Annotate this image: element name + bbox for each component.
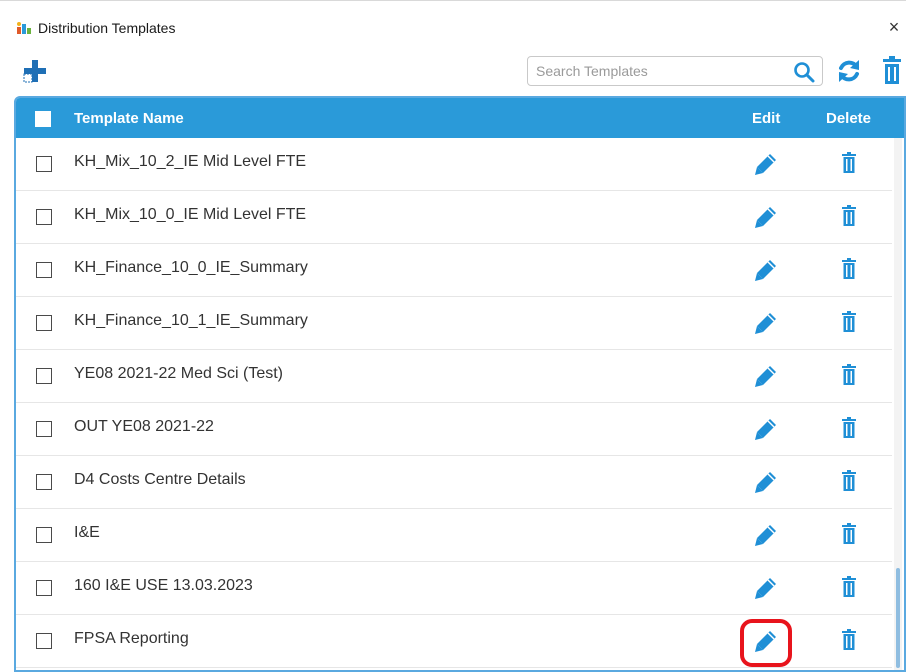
column-header-template-name[interactable]: Template Name: [74, 110, 184, 127]
row-checkbox[interactable]: [36, 156, 52, 172]
grid-header: Template Name Edit Delete: [16, 98, 904, 138]
table-row: D4 Costs Centre Details: [16, 456, 892, 509]
vertical-scrollbar[interactable]: [894, 138, 902, 670]
edit-button[interactable]: [754, 417, 778, 441]
edit-button[interactable]: [754, 470, 778, 494]
row-checkbox[interactable]: [36, 262, 52, 278]
delete-button[interactable]: [842, 152, 856, 174]
edit-button[interactable]: [754, 258, 778, 282]
row-checkbox[interactable]: [36, 421, 52, 437]
row-checkbox[interactable]: [36, 474, 52, 490]
add-template-button[interactable]: [22, 58, 48, 84]
edit-button[interactable]: [754, 311, 778, 335]
scrollbar-thumb[interactable]: [896, 568, 900, 668]
edit-button[interactable]: [754, 152, 778, 176]
delete-button[interactable]: [842, 205, 856, 227]
close-button[interactable]: ×: [884, 15, 904, 39]
delete-button[interactable]: [842, 417, 856, 439]
table-row: I&E: [16, 509, 892, 562]
window-title: Distribution Templates: [38, 20, 176, 36]
search-box: [527, 56, 823, 86]
table-row: KH_Finance_10_0_IE_Summary: [16, 244, 892, 297]
column-header-delete: Delete: [826, 110, 872, 127]
refresh-button[interactable]: [834, 56, 864, 86]
delete-button[interactable]: [842, 364, 856, 386]
grid-rows: KH_Mix_10_2_IE Mid Level FTE KH_Mix_10_0…: [16, 138, 892, 668]
edit-button[interactable]: [754, 205, 778, 229]
select-all-checkbox[interactable]: [35, 111, 51, 127]
template-name: I&E: [74, 524, 100, 541]
template-name: OUT YE08 2021-22: [74, 418, 214, 435]
table-row: KH_Mix_10_2_IE Mid Level FTE: [16, 138, 892, 191]
row-checkbox[interactable]: [36, 368, 52, 384]
template-name: D4 Costs Centre Details: [74, 471, 246, 488]
distribution-chart-icon: [17, 22, 31, 34]
table-row: YE08 2021-22 Med Sci (Test): [16, 350, 892, 403]
template-name: FPSA Reporting: [74, 630, 189, 647]
table-row: OUT YE08 2021-22: [16, 403, 892, 456]
row-checkbox[interactable]: [36, 315, 52, 331]
search-input[interactable]: [528, 57, 788, 85]
delete-button[interactable]: [842, 523, 856, 545]
delete-button[interactable]: [842, 629, 856, 651]
template-name: YE08 2021-22 Med Sci (Test): [74, 365, 283, 382]
delete-button[interactable]: [842, 258, 856, 280]
edit-highlight-ring: [740, 619, 792, 667]
row-checkbox[interactable]: [36, 633, 52, 649]
edit-button[interactable]: [754, 523, 778, 547]
table-row: KH_Mix_10_0_IE Mid Level FTE: [16, 191, 892, 244]
edit-button[interactable]: [754, 576, 778, 600]
row-checkbox[interactable]: [36, 580, 52, 596]
row-checkbox[interactable]: [36, 209, 52, 225]
delete-selected-button[interactable]: [880, 56, 904, 86]
template-name: KH_Mix_10_0_IE Mid Level FTE: [74, 206, 307, 223]
delete-button[interactable]: [842, 311, 856, 333]
delete-button[interactable]: [842, 576, 856, 598]
template-name: KH_Mix_10_2_IE Mid Level FTE: [74, 153, 307, 170]
template-name: 160 I&E USE 13.03.2023: [74, 577, 253, 594]
template-name: KH_Finance_10_1_IE_Summary: [74, 312, 308, 329]
search-icon[interactable]: [792, 60, 816, 84]
templates-grid: Template Name Edit Delete KH_Mix_10_2_IE…: [14, 96, 906, 672]
row-checkbox[interactable]: [36, 527, 52, 543]
table-row: 160 I&E USE 13.03.2023: [16, 562, 892, 615]
table-row: KH_Finance_10_1_IE_Summary: [16, 297, 892, 350]
table-row: FPSA Reporting: [16, 615, 892, 668]
template-name: KH_Finance_10_0_IE_Summary: [74, 259, 308, 276]
edit-button[interactable]: [754, 364, 778, 388]
column-header-edit: Edit: [752, 110, 781, 127]
title-bar: Distribution Templates ×: [0, 0, 906, 50]
delete-button[interactable]: [842, 470, 856, 492]
